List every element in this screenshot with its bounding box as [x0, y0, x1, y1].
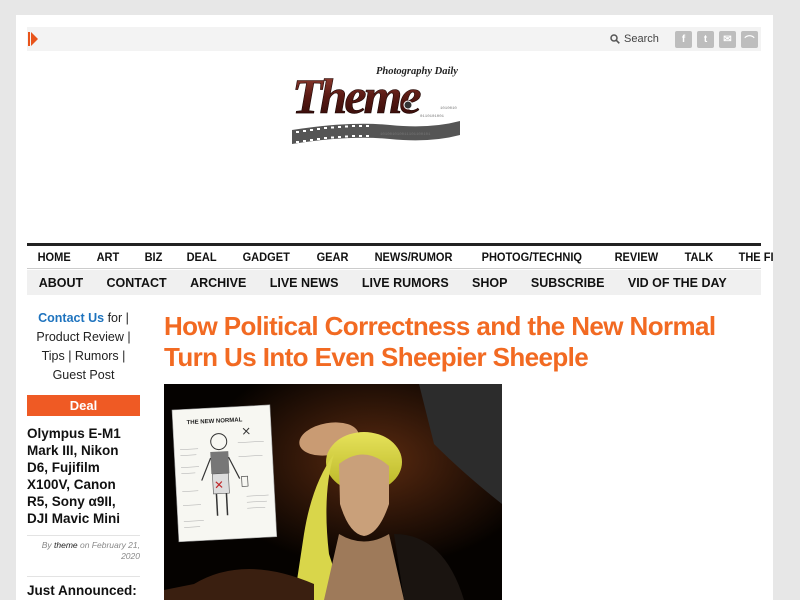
nav-art[interactable]: ART	[86, 250, 130, 264]
article-hero-image[interactable]: THE NEW NORMAL	[164, 384, 502, 600]
menu-toggle-icon[interactable]	[28, 32, 38, 46]
nav-gear[interactable]: GEAR	[306, 250, 359, 264]
page-container: Search f t ✉ ⌒ Photography Daily Theme 1…	[16, 15, 773, 600]
nav-shop[interactable]: SHOP	[460, 276, 519, 290]
nav-the-file[interactable]: THE FILE	[728, 250, 773, 264]
deal-section-header[interactable]: Deal	[27, 395, 140, 416]
contact-us-link[interactable]: Contact Us	[38, 311, 104, 325]
nav-deal[interactable]: DEAL	[176, 250, 227, 264]
nav-talk[interactable]: TALK	[674, 250, 724, 264]
secondary-nav: ABOUT CONTACT ARCHIVE LIVE NEWS LIVE RUM…	[27, 270, 761, 295]
svg-text:1010010: 1010010	[440, 107, 457, 111]
twitter-icon[interactable]: t	[697, 31, 714, 48]
byline-date: on February 21, 2020	[77, 540, 140, 561]
byline-by: By	[41, 540, 54, 550]
contact-box: Contact Us for | Product Review | Tips |…	[27, 309, 140, 385]
nav-live-rumors[interactable]: LIVE RUMORS	[350, 276, 460, 290]
post-byline: By theme on February 21, 2020	[27, 535, 140, 562]
nav-live-news[interactable]: LIVE NEWS	[258, 276, 350, 290]
nav-archive[interactable]: ARCHIVE	[178, 276, 258, 290]
nav-photog-techniq[interactable]: PHOTOG/TECHNIQ	[471, 250, 593, 264]
primary-nav: HOME ART BIZ DEAL GADGET GEAR NEWS/RUMOR…	[27, 243, 773, 269]
nav-subscribe[interactable]: SUBSCRIBE	[519, 276, 616, 290]
logo-camera-icon	[403, 100, 413, 110]
twitter-glyph: t	[703, 34, 708, 45]
facebook-icon[interactable]: f	[675, 31, 692, 48]
nav-vid-of-the-day[interactable]: VID OF THE DAY	[616, 276, 738, 290]
facebook-glyph: f	[681, 34, 686, 45]
search-button[interactable]: Search	[610, 31, 659, 47]
nav-gadget[interactable]: GADGET	[232, 250, 300, 264]
nav-contact[interactable]: CONTACT	[95, 276, 179, 290]
nav-news-rumor[interactable]: NEWS/RUMOR	[364, 250, 463, 264]
rss-icon[interactable]: ⌒	[741, 31, 758, 48]
svg-text:101001010011101100101: 101001010011101100101	[380, 133, 431, 137]
deal-post-title[interactable]: Olympus E-M1 Mark III, Nikon D6, Fujifil…	[27, 425, 140, 527]
site-logo[interactable]: Photography Daily Theme 1010010100111011…	[290, 55, 502, 145]
article-headline[interactable]: How Political Correctness and the New No…	[164, 311, 744, 373]
infographic-card: THE NEW NORMAL	[171, 404, 278, 543]
nav-about[interactable]: ABOUT	[27, 276, 95, 290]
search-label: Search	[624, 33, 659, 45]
email-glyph: ✉	[723, 34, 732, 45]
nav-home[interactable]: HOME	[27, 250, 81, 264]
top-bar: Search f t ✉ ⌒	[27, 27, 761, 51]
logo-wordmark: Theme	[292, 68, 421, 124]
rss-glyph: ⌒	[744, 36, 755, 47]
sidebar: Contact Us for | Product Review | Tips |…	[27, 309, 140, 600]
next-post-title[interactable]: Just Announced: Sony RX100 VII –	[27, 576, 140, 600]
email-icon[interactable]: ✉	[719, 31, 736, 48]
svg-text:0110101001: 0110101001	[420, 115, 445, 119]
nav-review[interactable]: REVIEW	[604, 250, 669, 264]
search-icon	[610, 34, 620, 44]
byline-author[interactable]: theme	[54, 540, 78, 550]
nav-biz[interactable]: BIZ	[134, 250, 173, 264]
